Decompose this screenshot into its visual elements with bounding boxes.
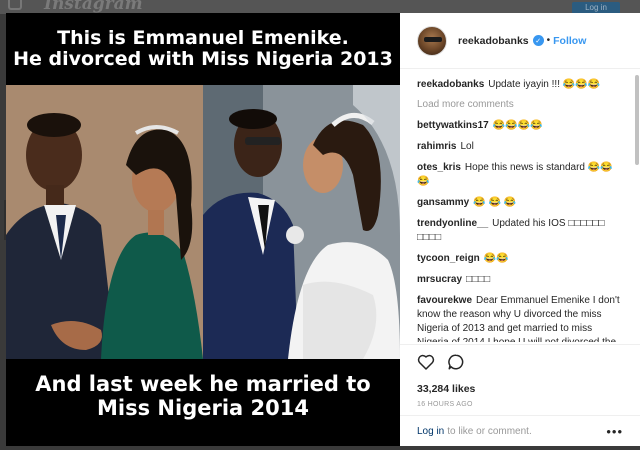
caption-comment: reekadobanks Update iyayin !!! 😂😂😂 <box>417 78 622 92</box>
comment-item: gansammy 😂 😂 😂 <box>417 196 622 210</box>
comment-text: Lol <box>460 141 474 152</box>
comment-username[interactable]: favourekwe <box>417 295 472 306</box>
post-header: reekadobanks ✓ • Follow <box>400 13 640 69</box>
comment-item: trendyonline__ Updated his IOS □□□□□□ □□□… <box>417 217 622 245</box>
avatar[interactable] <box>417 25 447 56</box>
comment-username[interactable]: otes_kris <box>417 162 461 173</box>
comment-item: otes_kris Hope this news is standard 😂😂😂 <box>417 161 622 189</box>
caption-bottom-line-1: And last week he married to <box>35 372 371 396</box>
comments-scrollbar[interactable] <box>634 73 640 339</box>
likes-count[interactable]: 33,284 likes <box>417 383 623 395</box>
wedding-photo-left <box>6 85 203 359</box>
comment-username[interactable]: rahimris <box>417 141 456 152</box>
login-prompt-text: to like or comment. <box>447 425 532 437</box>
sunglasses-icon <box>424 36 442 42</box>
camera-icon <box>8 0 22 10</box>
comment-username[interactable]: bettywatkins17 <box>417 120 489 131</box>
comment-text: 😂 😂 😂 <box>473 197 517 208</box>
comment-username[interactable]: tycoon_reign <box>417 253 480 264</box>
comments-list[interactable]: reekadobanks Update iyayin !!! 😂😂😂 Load m… <box>400 70 632 342</box>
more-options-icon[interactable]: ••• <box>606 424 623 439</box>
load-more-comments-link[interactable]: Load more comments <box>417 99 622 110</box>
comment-username[interactable]: trendyonline__ <box>417 218 488 229</box>
comment-item: tycoon_reign 😂😂 <box>417 252 622 266</box>
post-image[interactable]: This is Emmanuel Emenike. He divorced wi… <box>6 13 400 446</box>
comment-text: □□□□ <box>466 274 491 285</box>
image-caption-top: This is Emmanuel Emenike. He divorced wi… <box>6 27 400 71</box>
comment-text: 😂😂😂😂 <box>492 120 543 131</box>
caption-top-line-1: This is Emmanuel Emenike. <box>57 27 349 49</box>
comment-item: favourekwe Dear Emmanuel Emenike I don't … <box>417 294 622 342</box>
post-timestamp: 16 HOURS AGO <box>417 401 473 408</box>
comment-text: Update iyayin !!! 😂😂😂 <box>488 79 601 90</box>
comment-item: rahimris Lol <box>417 140 622 154</box>
instagram-logo: Instagram <box>44 0 143 14</box>
comment-username[interactable]: mrsucray <box>417 274 462 285</box>
wedding-photo-right <box>203 85 400 359</box>
caption-bottom-line-2: Miss Nigeria 2014 <box>97 395 309 420</box>
comment-username[interactable]: gansammy <box>417 197 469 208</box>
comment-username[interactable]: reekadobanks <box>417 79 484 90</box>
header-separator: • <box>546 35 551 46</box>
header-username[interactable]: reekadobanks <box>458 35 529 47</box>
comment-bubble-icon[interactable] <box>447 353 465 376</box>
image-caption-bottom: And last week he married to Miss Nigeria… <box>6 372 400 420</box>
comment-item: bettywatkins17 😂😂😂😂 <box>417 119 622 133</box>
post-actions: 33,284 likes 16 HOURS AGO <box>400 344 640 408</box>
verified-badge-icon: ✓ <box>532 35 544 46</box>
login-footer: Log in to like or comment. ••• <box>400 415 640 446</box>
login-link[interactable]: Log in <box>417 426 444 437</box>
post-side-panel: reekadobanks ✓ • Follow reekadobanks Upda… <box>400 13 640 446</box>
comment-item: mrsucray □□□□ <box>417 273 622 287</box>
background-top-bar: Instagram Log in <box>0 0 640 14</box>
heart-icon[interactable] <box>417 353 435 375</box>
follow-button[interactable]: Follow <box>553 35 586 47</box>
scrollbar-thumb[interactable] <box>635 75 639 165</box>
caption-top-line-2: He divorced with Miss Nigeria 2013 <box>13 48 393 71</box>
comment-text: 😂😂 <box>483 253 509 264</box>
